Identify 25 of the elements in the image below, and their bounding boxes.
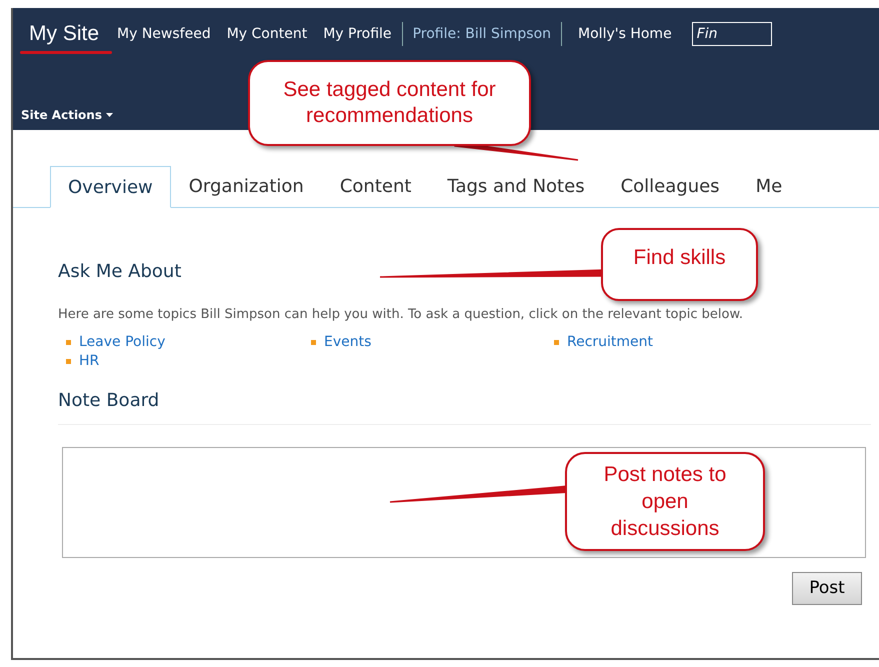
callout: See tagged content for recommendations [248, 60, 531, 146]
topic-link[interactable]: Events [324, 333, 372, 352]
nav-link[interactable]: My Newsfeed [111, 24, 217, 44]
topic-link[interactable]: HR [79, 352, 100, 371]
section-heading: Note Board [58, 389, 160, 413]
post-button[interactable]: Post [792, 572, 862, 605]
section-heading: Ask Me About [58, 260, 182, 284]
callout: Post notes to open discussions [565, 452, 765, 551]
site-actions-menu[interactable]: Site Actions [21, 106, 113, 124]
tab[interactable]: Tags and Notes [429, 165, 603, 207]
topic-link[interactable]: Leave Policy [79, 333, 166, 352]
nav-link[interactable]: My Content [220, 24, 314, 44]
search-field[interactable]: Fin [692, 22, 772, 46]
tab[interactable]: Me [738, 165, 800, 207]
tab[interactable]: Content [322, 165, 430, 207]
tab[interactable]: Overview [50, 166, 171, 208]
site-title-link[interactable]: My Site [29, 18, 100, 50]
tab[interactable]: Colleagues [602, 165, 738, 207]
description-text: Here are some topics Bill Simpson can help you with. To ask a question, click on the relevant topic below. [58, 307, 744, 323]
nav-link[interactable]: Profile: Bill Simpson [406, 24, 558, 44]
callout: Find skills [601, 228, 758, 301]
topic-link[interactable]: Recruitment [567, 333, 654, 352]
nav-link[interactable]: Molly's Home [572, 24, 678, 44]
tab[interactable]: Organization [170, 165, 322, 207]
nav-link[interactable]: My Profile [317, 24, 398, 44]
